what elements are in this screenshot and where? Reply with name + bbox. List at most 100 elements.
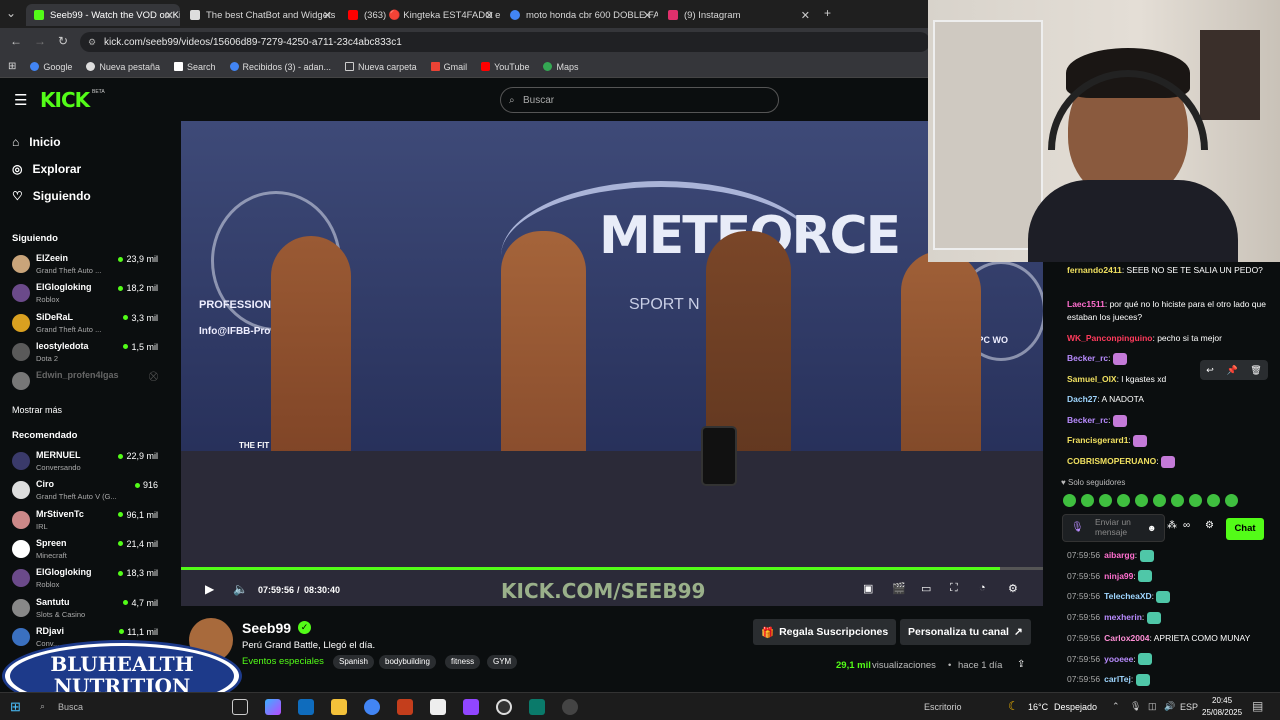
bookmark-youtube[interactable]: YouTube [481, 62, 529, 72]
emote-icon[interactable] [1063, 494, 1076, 507]
chat-tools-icon[interactable]: ⁂ [1167, 520, 1177, 531]
channel-row[interactable]: ElGlogloking Roblox 18,3 mil [12, 566, 162, 592]
show-more-link[interactable]: Mostrar más [12, 405, 62, 415]
channel-row[interactable]: Spreen Minecraft 21,4 mil [12, 537, 162, 563]
powerpoint-icon[interactable] [397, 699, 413, 715]
reload-icon[interactable]: ↻ [58, 34, 68, 48]
chat-send-button[interactable]: Chat [1226, 518, 1264, 540]
tray-overflow-icon[interactable]: ⌃ [1112, 701, 1120, 712]
category-link[interactable]: Eventos especiales [242, 656, 324, 667]
close-tab-icon[interactable]: ✕ [165, 9, 174, 22]
reply-icon[interactable]: ↩ [1206, 365, 1214, 376]
progress-bar[interactable] [181, 567, 1043, 570]
emote-icon[interactable] [1153, 494, 1166, 507]
taskbar-search[interactable]: Busca [58, 702, 83, 712]
channel-row[interactable]: ElZeein Grand Theft Auto ... 23,9 mil [12, 252, 162, 278]
video-player[interactable]: METFORCE SPORT N PROFESSIONAL LEAGUE Inf… [181, 121, 1043, 606]
chat-message[interactable]: Laec1511: por qué no lo hiciste para el … [1067, 298, 1277, 324]
emote-icon[interactable] [1099, 494, 1112, 507]
bookmark-search[interactable]: Search [173, 62, 216, 72]
chat-message[interactable]: Dach27: A NADOTA [1067, 393, 1277, 406]
tab-chatbot[interactable]: The best ChatBot and Widgets ✕ [182, 4, 338, 26]
nav-following[interactable]: ♡ Siguiendo [12, 189, 91, 203]
chat-username[interactable]: Dach27 [1067, 394, 1097, 404]
app-window-icon[interactable] [529, 699, 545, 715]
kick-logo[interactable]: KICK [40, 88, 90, 112]
settings-gear-icon[interactable]: ⚙ [1008, 582, 1018, 595]
back-arrow-icon[interactable]: ← [10, 34, 22, 48]
bookmark-inbox[interactable]: Recibidos (3) - adan... [229, 62, 331, 72]
volume-tray-icon[interactable]: 🔊 [1164, 701, 1175, 712]
chat-settings-icon[interactable]: ⚙ [1205, 520, 1214, 531]
channel-row[interactable]: leostyledota Dota 2 1,5 mil [12, 340, 162, 366]
tab-google[interactable]: moto honda cbr 600 DOBLE FA ✕ [502, 4, 658, 26]
obs-icon[interactable] [496, 699, 512, 715]
miniplayer-icon[interactable]: ▣ [863, 582, 873, 595]
channel-row[interactable]: Santutu Slots & Casino 4,7 mil [12, 596, 162, 622]
chat-message[interactable]: WK_Panconpinguino: pecho si ta mejor [1067, 332, 1277, 345]
chat-username[interactable]: carlTej [1104, 674, 1131, 684]
bookmark-maps[interactable]: Maps [543, 62, 579, 72]
emote-icon[interactable] [1171, 494, 1184, 507]
emote-icon[interactable] [1225, 494, 1238, 507]
desktop-toolbar[interactable]: Escritorio [924, 702, 962, 712]
chat-message[interactable]: 07:59:56 yooeee: [1067, 653, 1277, 666]
close-tab-icon[interactable]: ✕ [801, 9, 810, 22]
microphone-tray-icon[interactable]: 🎙 [1130, 701, 1141, 712]
chat-message[interactable]: Francisgerard1: [1067, 434, 1277, 447]
close-tab-icon[interactable]: ✕ [643, 9, 652, 22]
chat-message[interactable]: 07:59:56 carlTej: [1067, 673, 1277, 686]
emote-icon[interactable] [1117, 494, 1130, 507]
chat-message[interactable]: 07:59:56 mexherin: [1067, 611, 1277, 624]
site-info-icon[interactable]: ⚙ [88, 37, 96, 48]
chat-input[interactable]: 🎙 Enviar un mensaje ☻ [1062, 514, 1165, 542]
speed-icon[interactable]: ◔ [979, 582, 986, 594]
nav-explore[interactable]: ◎ Explorar [12, 162, 81, 176]
chat-username[interactable]: Carlox2004 [1104, 633, 1149, 643]
chat-username[interactable]: fernando2411 [1067, 265, 1122, 275]
chat-message[interactable]: COBRISMOPERUANO: [1067, 455, 1277, 468]
windows-start-icon[interactable]: ⊞ [10, 699, 21, 715]
chat-username[interactable]: mexherin [1104, 612, 1142, 622]
weather-desc[interactable]: Despejado [1054, 702, 1097, 712]
chat-username[interactable]: Becker_rc [1067, 353, 1108, 363]
hamburger-menu-icon[interactable]: ☰ [14, 91, 27, 109]
tab-list-button[interactable]: ⌄ [6, 6, 16, 20]
chat-message[interactable]: 07:59:56 Carlox2004: APRIETA COMO MUNAY [1067, 632, 1277, 645]
chat-username[interactable]: Samuel_OIX [1067, 374, 1117, 384]
fullscreen-icon[interactable]: ⛶ [950, 582, 958, 595]
channel-row[interactable]: MrStivenTc IRL 96,1 mil [12, 508, 162, 534]
emote-icon[interactable] [1135, 494, 1148, 507]
chat-message[interactable]: 07:59:56 aibargg: [1067, 549, 1277, 562]
search-input[interactable]: ⌕ Buscar [500, 87, 779, 113]
notifications-icon[interactable]: ▤ [1252, 699, 1263, 713]
channel-row[interactable]: ElGlogloking Roblox 18,2 mil [12, 281, 162, 307]
volume-icon[interactable]: 🔈 [233, 582, 248, 596]
chat-username[interactable]: Francisgerard1 [1067, 435, 1128, 445]
task-view-icon[interactable] [232, 699, 248, 715]
chat-username[interactable]: Laec1511 [1067, 299, 1105, 309]
channel-row[interactable]: SiDeRaL Grand Theft Auto ... 3,3 mil [12, 311, 162, 337]
close-tab-icon[interactable]: ✕ [323, 9, 332, 22]
chat-username[interactable]: aibargg [1104, 550, 1135, 560]
tag-fitness[interactable]: fitness [445, 655, 481, 669]
delete-icon[interactable]: 🗑 [1250, 365, 1261, 376]
tab-youtube[interactable]: (363) 🔴 Kingteka EST4FADO e ✕ [340, 4, 500, 26]
tag-bodybuilding[interactable]: bodybuilding [379, 655, 436, 669]
steam-icon[interactable] [562, 699, 578, 715]
apps-grid-icon[interactable]: ⊞ [8, 61, 16, 72]
clock-time[interactable]: 20:45 [1212, 696, 1232, 705]
clip-icon[interactable]: 🎬 [892, 582, 906, 595]
microphone-icon[interactable]: 🎙 [1071, 522, 1084, 533]
forward-arrow-icon[interactable]: → [34, 34, 46, 48]
infinity-icon[interactable]: ∞ [1183, 520, 1190, 531]
close-tab-icon[interactable]: ✕ [485, 9, 494, 22]
tab-instagram[interactable]: (9) Instagram ✕ [660, 4, 816, 26]
file-explorer-icon[interactable] [331, 699, 347, 715]
channel-row[interactable]: Edwin_profen4lgas ⛒ [12, 369, 162, 395]
theater-mode-icon[interactable]: ▭ [921, 582, 931, 595]
chat-message[interactable]: Becker_rc: [1067, 414, 1277, 427]
chat-username[interactable]: ninja99 [1104, 571, 1133, 581]
chat-username[interactable]: yooeee [1104, 654, 1133, 664]
network-icon[interactable]: ◫ [1148, 701, 1157, 712]
